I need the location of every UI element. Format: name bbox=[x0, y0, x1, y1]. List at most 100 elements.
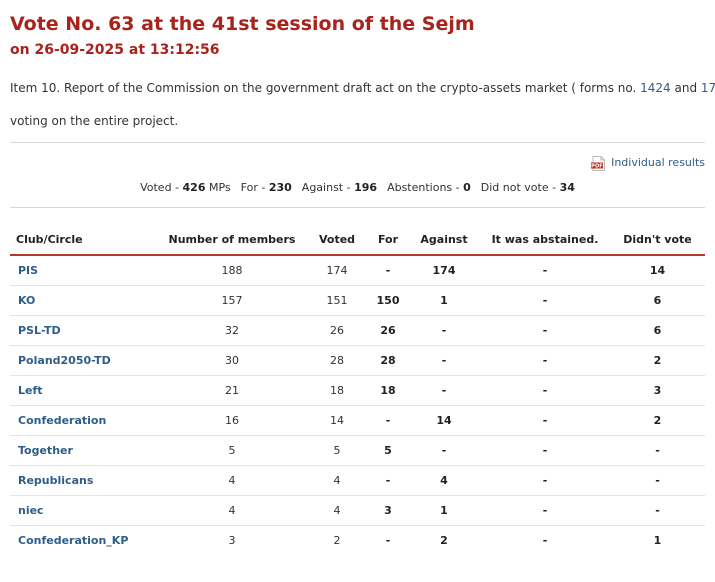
cell-didnt-vote: 2 bbox=[610, 345, 705, 376]
cell-for: 26 bbox=[368, 315, 408, 346]
cell-didnt-vote: - bbox=[610, 465, 705, 496]
cell-voted: 174 bbox=[306, 255, 368, 286]
club-link[interactable]: Left bbox=[10, 375, 158, 406]
cell-against: - bbox=[408, 375, 480, 406]
table-row: Poland2050-TD 30 28 28- -2 bbox=[10, 345, 705, 376]
page-title: Vote No. 63 at the 41st session of the S… bbox=[10, 13, 475, 35]
table-row: KO 157 151 150 1-6 bbox=[10, 285, 705, 316]
cell-abstained: - bbox=[480, 405, 610, 436]
col-header-club[interactable]: Club/Circle bbox=[10, 224, 158, 256]
cell-against: 1 bbox=[408, 285, 480, 316]
results-table: Club/Circle Number of members Voted For … bbox=[10, 224, 705, 555]
vote-summary: Voted - 426 MPs For - 230 Against - 196 Abs… bbox=[0, 180, 715, 196]
cell-abstained: - bbox=[480, 435, 610, 466]
club-link[interactable]: Confederation_KP bbox=[10, 526, 158, 556]
col-header-against[interactable]: Against bbox=[408, 224, 480, 256]
voting-subject: voting on the entire project. bbox=[10, 114, 179, 128]
svg-text:PDF: PDF bbox=[591, 163, 603, 169]
summary-voted-value: 426 bbox=[182, 181, 206, 194]
agenda-item-text: Item 10. Report of the Commission on the… bbox=[10, 81, 641, 95]
col-header-members[interactable]: Number of members bbox=[158, 224, 306, 256]
cell-against: 2 bbox=[440, 534, 448, 547]
cell-against: 1 bbox=[408, 495, 480, 526]
club-link[interactable]: Republicans bbox=[10, 465, 158, 496]
club-link[interactable]: Together bbox=[10, 435, 158, 466]
pdf-icon: PDF bbox=[591, 155, 606, 171]
summary-for-label: For - bbox=[240, 181, 269, 194]
cell-against: 174 bbox=[408, 255, 480, 286]
agenda-item-and: and bbox=[670, 81, 701, 95]
cell-against: - bbox=[408, 315, 480, 346]
cell-members: 4 bbox=[158, 495, 306, 526]
club-link[interactable]: Confederation bbox=[10, 405, 158, 436]
cell-members: 16 bbox=[158, 405, 306, 436]
cell-abstained: - bbox=[480, 255, 610, 286]
club-link[interactable]: PIS bbox=[10, 255, 158, 286]
summary-mps-label: MPs bbox=[205, 181, 231, 194]
club-link[interactable]: niec bbox=[10, 495, 158, 526]
cell-didnt-vote: 14 bbox=[610, 255, 705, 286]
cell-members: 157 bbox=[158, 285, 306, 316]
table-row: niec 4 4 3 1- - bbox=[10, 495, 705, 526]
cell-abstained: - bbox=[480, 315, 610, 346]
cell-voted: 26 bbox=[306, 315, 368, 346]
cell-abstained: - bbox=[480, 375, 610, 406]
cell-for: - bbox=[385, 534, 391, 547]
cell-abstained: - bbox=[480, 345, 610, 376]
cell-didnt-vote: 2 bbox=[610, 405, 705, 436]
cell-for: - bbox=[368, 465, 408, 496]
col-header-abstained[interactable]: It was abstained. bbox=[480, 224, 610, 256]
cell-abstained: - bbox=[480, 495, 610, 526]
cell-voted: 4 bbox=[306, 495, 368, 526]
cell-for: 150 bbox=[368, 285, 408, 316]
table-row: Left 21 18 18- -3 bbox=[10, 375, 705, 406]
col-header-didnt-vote[interactable]: Didn't vote bbox=[610, 224, 705, 256]
cell-members: 21 bbox=[158, 375, 306, 406]
cell-didnt-vote: 6 bbox=[610, 315, 705, 346]
col-header-for[interactable]: For bbox=[368, 224, 408, 256]
summary-did-not-vote-label: Did not vote - bbox=[480, 181, 560, 194]
cell-voted: 14 bbox=[306, 405, 368, 436]
form-link-1720[interactable]: 1720 bbox=[701, 81, 715, 95]
individual-results-label[interactable]: Individual results bbox=[611, 155, 705, 171]
cell-against: 14 bbox=[408, 405, 480, 436]
cell-voted: 151 bbox=[306, 285, 368, 316]
cell-abstained: - bbox=[480, 285, 610, 316]
cell-voted: 4 bbox=[306, 465, 368, 496]
cell-for: - bbox=[368, 255, 408, 286]
table-row: Republicans 4 4-4- - bbox=[10, 465, 705, 496]
cell-didnt-vote: - bbox=[610, 435, 705, 466]
cell-didnt-vote: - bbox=[610, 495, 705, 526]
table-row: Confederation_KP 3 2 - 2 - 1 bbox=[10, 526, 705, 556]
club-link[interactable]: Poland2050-TD bbox=[10, 345, 158, 376]
cell-against: - bbox=[408, 345, 480, 376]
cell-for: - bbox=[368, 405, 408, 436]
cell-against: - bbox=[408, 435, 480, 466]
club-link[interactable]: PSL-TD bbox=[10, 315, 158, 346]
cell-members: 3 bbox=[228, 534, 236, 547]
cell-voted: 28 bbox=[306, 345, 368, 376]
cell-members: 32 bbox=[158, 315, 306, 346]
table-row: PIS 188 174-174-14 bbox=[10, 255, 705, 286]
col-header-voted[interactable]: Voted bbox=[306, 224, 368, 256]
divider-top bbox=[10, 142, 705, 143]
cell-members: 5 bbox=[158, 435, 306, 466]
individual-results-link[interactable]: PDF Individual results bbox=[591, 155, 705, 171]
cell-members: 4 bbox=[158, 465, 306, 496]
summary-voted-label: Voted - bbox=[140, 181, 183, 194]
cell-for: 18 bbox=[368, 375, 408, 406]
club-link[interactable]: KO bbox=[10, 285, 158, 316]
cell-didnt-vote: 6 bbox=[610, 285, 705, 316]
cell-members: 188 bbox=[158, 255, 306, 286]
cell-didnt-vote: 1 bbox=[653, 534, 662, 547]
table-row: Confederation 16 14-14-2 bbox=[10, 405, 705, 436]
cell-members: 30 bbox=[158, 345, 306, 376]
summary-abstentions-value: 0 bbox=[463, 181, 471, 194]
summary-for-value: 230 bbox=[268, 181, 292, 194]
agenda-item: Item 10. Report of the Commission on the… bbox=[10, 79, 715, 97]
cell-for: 28 bbox=[368, 345, 408, 376]
cell-abstained: - bbox=[542, 534, 548, 547]
summary-against-label: Against - bbox=[301, 181, 355, 194]
cell-for: 5 bbox=[368, 435, 408, 466]
form-link-1424[interactable]: 1424 bbox=[640, 81, 671, 95]
